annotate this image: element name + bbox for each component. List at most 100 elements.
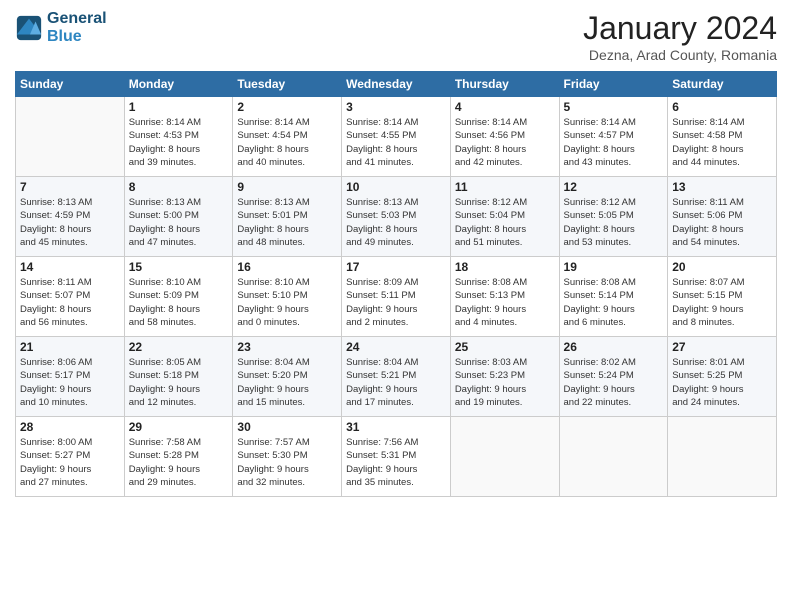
day-info: Sunrise: 8:14 AM Sunset: 4:53 PM Dayligh… <box>129 116 229 169</box>
calendar-cell: 23Sunrise: 8:04 AM Sunset: 5:20 PM Dayli… <box>233 337 342 417</box>
calendar-cell: 17 Sunrise: 8:09 AM Sunset: 5:11 PM Dayli… <box>342 257 451 337</box>
day-info: Sunrise: 8:14 AM Sunset: 4:57 PM Dayligh… <box>564 116 664 169</box>
day-info: Sunrise: 8:12 AM Sunset: 5:05 PM Dayligh… <box>564 196 664 249</box>
calendar-cell: 15 Sunrise: 8:10 AM Sunset: 5:09 PM Dayli… <box>124 257 233 337</box>
day-info: Sunrise: 8:13 AM Sunset: 5:03 PM Dayligh… <box>346 196 446 249</box>
day-number: 20 <box>672 260 772 274</box>
logo-icon <box>15 14 43 42</box>
weekday-header: Monday <box>124 72 233 97</box>
day-info: Sunrise: 8:09 AM Sunset: 5:11 PM Dayligh… <box>346 276 446 329</box>
day-number: 10 <box>346 180 446 194</box>
day-number: 22 <box>129 340 229 354</box>
calendar-cell <box>559 417 668 497</box>
day-number: 4 <box>455 100 555 114</box>
calendar-cell: 28 Sunrise: 8:00 AM Sunset: 5:27 PM Dayli… <box>16 417 125 497</box>
weekday-header: Tuesday <box>233 72 342 97</box>
calendar-cell: 7Sunrise: 8:13 AM Sunset: 4:59 PM Daylig… <box>16 177 125 257</box>
day-info: Sunrise: 8:04 AM Sunset: 5:20 PM Dayligh… <box>237 356 337 409</box>
calendar-cell: 25 Sunrise: 8:03 AM Sunset: 5:23 PM Dayli… <box>450 337 559 417</box>
subtitle: Dezna, Arad County, Romania <box>583 47 777 63</box>
logo-text: General Blue <box>47 10 107 46</box>
calendar-cell: 9Sunrise: 8:13 AM Sunset: 5:01 PM Daylig… <box>233 177 342 257</box>
calendar-cell: 10 Sunrise: 8:13 AM Sunset: 5:03 PM Dayli… <box>342 177 451 257</box>
day-number: 13 <box>672 180 772 194</box>
calendar-cell: 12 Sunrise: 8:12 AM Sunset: 5:05 PM Dayli… <box>559 177 668 257</box>
calendar-cell <box>450 417 559 497</box>
day-info: Sunrise: 8:01 AM Sunset: 5:25 PM Dayligh… <box>672 356 772 409</box>
logo: General Blue <box>15 10 107 46</box>
weekday-row: SundayMondayTuesdayWednesdayThursdayFrid… <box>16 72 777 97</box>
day-number: 16 <box>237 260 337 274</box>
day-number: 8 <box>129 180 229 194</box>
day-number: 2 <box>237 100 337 114</box>
calendar-cell <box>668 417 777 497</box>
day-number: 6 <box>672 100 772 114</box>
calendar-header: SundayMondayTuesdayWednesdayThursdayFrid… <box>16 72 777 97</box>
weekday-header: Saturday <box>668 72 777 97</box>
calendar-cell: 3Sunrise: 8:14 AM Sunset: 4:55 PM Daylig… <box>342 97 451 177</box>
day-number: 1 <box>129 100 229 114</box>
day-info: Sunrise: 8:02 AM Sunset: 5:24 PM Dayligh… <box>564 356 664 409</box>
day-number: 11 <box>455 180 555 194</box>
calendar-week-row: 1 Sunrise: 8:14 AM Sunset: 4:53 PM Daylig… <box>16 97 777 177</box>
day-info: Sunrise: 8:12 AM Sunset: 5:04 PM Dayligh… <box>455 196 555 249</box>
day-info: Sunrise: 8:10 AM Sunset: 5:09 PM Dayligh… <box>129 276 229 329</box>
calendar-cell: 30 Sunrise: 7:57 AM Sunset: 5:30 PM Dayli… <box>233 417 342 497</box>
day-number: 25 <box>455 340 555 354</box>
day-number: 27 <box>672 340 772 354</box>
calendar-cell: 22Sunrise: 8:05 AM Sunset: 5:18 PM Dayli… <box>124 337 233 417</box>
day-info: Sunrise: 8:00 AM Sunset: 5:27 PM Dayligh… <box>20 436 120 489</box>
day-number: 15 <box>129 260 229 274</box>
day-info: Sunrise: 8:08 AM Sunset: 5:14 PM Dayligh… <box>564 276 664 329</box>
day-info: Sunrise: 8:07 AM Sunset: 5:15 PM Dayligh… <box>672 276 772 329</box>
day-info: Sunrise: 7:57 AM Sunset: 5:30 PM Dayligh… <box>237 436 337 489</box>
calendar-cell: 16 Sunrise: 8:10 AM Sunset: 5:10 PM Dayli… <box>233 257 342 337</box>
day-info: Sunrise: 7:58 AM Sunset: 5:28 PM Dayligh… <box>129 436 229 489</box>
weekday-header: Wednesday <box>342 72 451 97</box>
day-info: Sunrise: 8:14 AM Sunset: 4:58 PM Dayligh… <box>672 116 772 169</box>
day-info: Sunrise: 8:13 AM Sunset: 5:00 PM Dayligh… <box>129 196 229 249</box>
day-info: Sunrise: 8:04 AM Sunset: 5:21 PM Dayligh… <box>346 356 446 409</box>
day-number: 18 <box>455 260 555 274</box>
day-info: Sunrise: 8:10 AM Sunset: 5:10 PM Dayligh… <box>237 276 337 329</box>
calendar-cell: 5Sunrise: 8:14 AM Sunset: 4:57 PM Daylig… <box>559 97 668 177</box>
header: General Blue January 2024 Dezna, Arad Co… <box>15 10 777 63</box>
calendar-cell: 6 Sunrise: 8:14 AM Sunset: 4:58 PM Daylig… <box>668 97 777 177</box>
day-info: Sunrise: 8:06 AM Sunset: 5:17 PM Dayligh… <box>20 356 120 409</box>
calendar-cell: 19 Sunrise: 8:08 AM Sunset: 5:14 PM Dayli… <box>559 257 668 337</box>
calendar-container: General Blue January 2024 Dezna, Arad Co… <box>0 0 792 612</box>
day-info: Sunrise: 8:03 AM Sunset: 5:23 PM Dayligh… <box>455 356 555 409</box>
calendar-cell: 31Sunrise: 7:56 AM Sunset: 5:31 PM Dayli… <box>342 417 451 497</box>
calendar-cell: 13 Sunrise: 8:11 AM Sunset: 5:06 PM Dayli… <box>668 177 777 257</box>
day-number: 14 <box>20 260 120 274</box>
day-info: Sunrise: 8:14 AM Sunset: 4:55 PM Dayligh… <box>346 116 446 169</box>
day-number: 19 <box>564 260 664 274</box>
day-number: 26 <box>564 340 664 354</box>
calendar-cell: 8 Sunrise: 8:13 AM Sunset: 5:00 PM Daylig… <box>124 177 233 257</box>
weekday-header: Sunday <box>16 72 125 97</box>
calendar-cell: 18Sunrise: 8:08 AM Sunset: 5:13 PM Dayli… <box>450 257 559 337</box>
day-number: 30 <box>237 420 337 434</box>
day-info: Sunrise: 8:11 AM Sunset: 5:06 PM Dayligh… <box>672 196 772 249</box>
day-number: 7 <box>20 180 120 194</box>
calendar-table: SundayMondayTuesdayWednesdayThursdayFrid… <box>15 71 777 497</box>
weekday-header: Thursday <box>450 72 559 97</box>
calendar-week-row: 21 Sunrise: 8:06 AM Sunset: 5:17 PM Dayli… <box>16 337 777 417</box>
calendar-week-row: 7Sunrise: 8:13 AM Sunset: 4:59 PM Daylig… <box>16 177 777 257</box>
day-info: Sunrise: 8:13 AM Sunset: 5:01 PM Dayligh… <box>237 196 337 249</box>
calendar-cell: 14Sunrise: 8:11 AM Sunset: 5:07 PM Dayli… <box>16 257 125 337</box>
day-number: 28 <box>20 420 120 434</box>
calendar-cell: 11 Sunrise: 8:12 AM Sunset: 5:04 PM Dayli… <box>450 177 559 257</box>
day-number: 21 <box>20 340 120 354</box>
day-info: Sunrise: 8:14 AM Sunset: 4:56 PM Dayligh… <box>455 116 555 169</box>
calendar-cell <box>16 97 125 177</box>
day-number: 29 <box>129 420 229 434</box>
calendar-cell: 1 Sunrise: 8:14 AM Sunset: 4:53 PM Daylig… <box>124 97 233 177</box>
month-title: January 2024 <box>583 10 777 47</box>
calendar-cell: 26 Sunrise: 8:02 AM Sunset: 5:24 PM Dayli… <box>559 337 668 417</box>
day-number: 17 <box>346 260 446 274</box>
calendar-cell: 29 Sunrise: 7:58 AM Sunset: 5:28 PM Dayli… <box>124 417 233 497</box>
calendar-week-row: 14Sunrise: 8:11 AM Sunset: 5:07 PM Dayli… <box>16 257 777 337</box>
day-number: 12 <box>564 180 664 194</box>
calendar-cell: 4 Sunrise: 8:14 AM Sunset: 4:56 PM Daylig… <box>450 97 559 177</box>
